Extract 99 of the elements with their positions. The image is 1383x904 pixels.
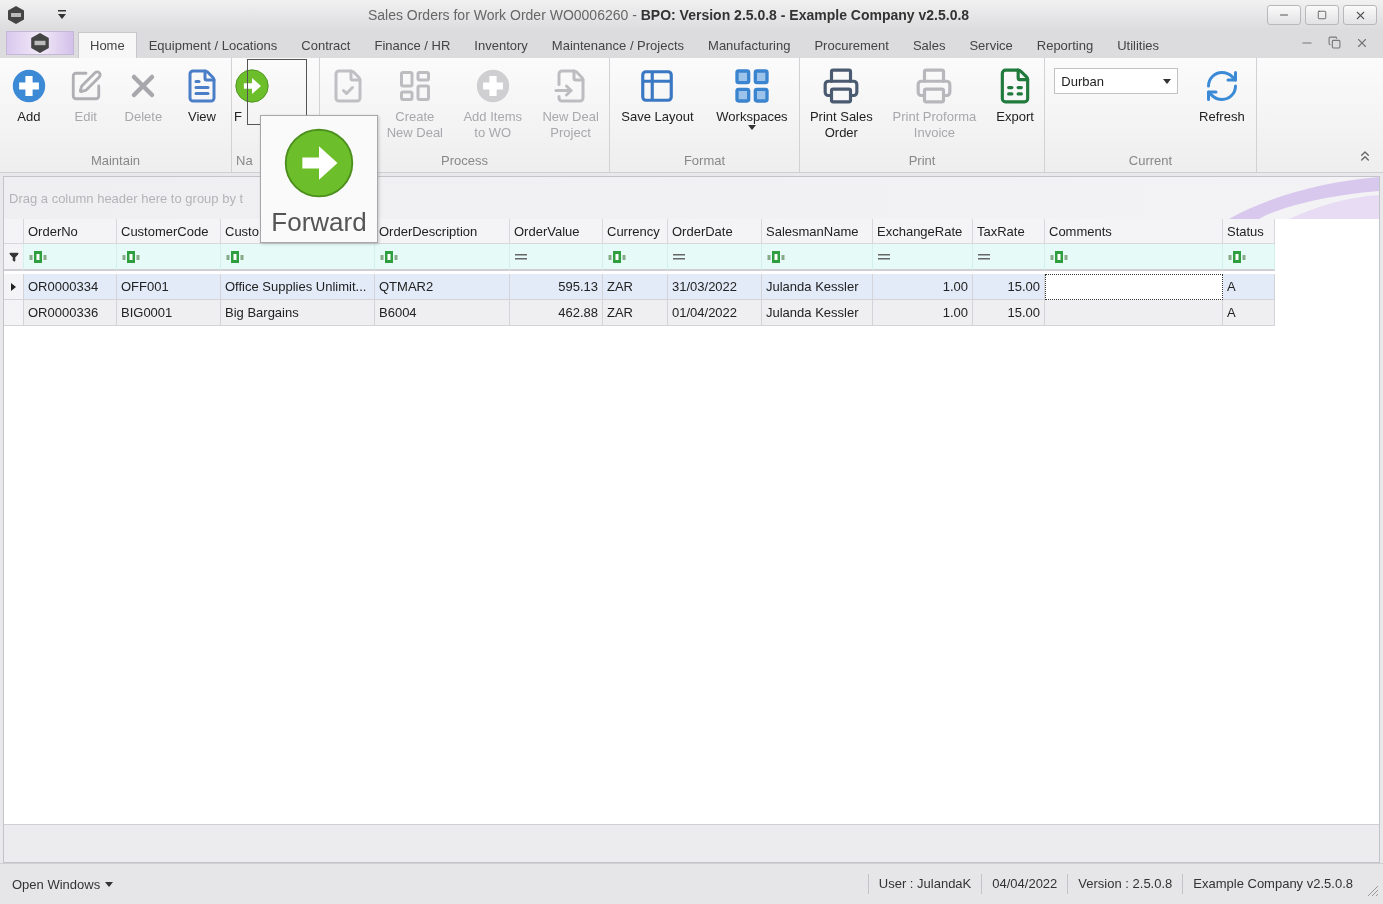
equals-filter-icon[interactable] <box>515 253 527 260</box>
ribbon-button[interactable]: Workspaces <box>714 60 790 133</box>
ribbon-button[interactable]: Print Sales Order <box>807 60 875 144</box>
ribbon-tab[interactable]: Equipment / Locations <box>136 32 290 58</box>
text-filter-icon[interactable] <box>1050 250 1068 263</box>
ribbon-tab[interactable]: Contract <box>289 32 363 58</box>
table-cell: QTMAR2 <box>375 274 510 300</box>
arrow-right-icon <box>234 68 270 104</box>
ribbon-tab[interactable]: Reporting <box>1024 32 1106 58</box>
group-label: Print <box>907 152 937 170</box>
maximize-button[interactable] <box>1305 5 1339 25</box>
filter-icon <box>8 251 19 262</box>
table-cell: 1.00 <box>873 300 973 326</box>
group-label: Process <box>440 152 489 170</box>
equals-filter-icon[interactable] <box>673 253 685 260</box>
row-indicator[interactable] <box>4 274 24 300</box>
table-cell: ZAR <box>603 274 668 300</box>
group-panel-hint: Drag a column header here to group by t <box>9 190 244 206</box>
status-item: 04/04/2022 <box>981 874 1068 894</box>
ribbon-button[interactable]: View <box>182 60 223 128</box>
plus-circle-icon <box>10 68 47 104</box>
equals-filter-icon[interactable] <box>978 253 990 260</box>
column-header[interactable]: OrderValue <box>510 219 603 244</box>
column-header[interactable]: TaxRate <box>973 219 1045 244</box>
table-cell: B6004 <box>375 300 510 326</box>
ribbon-tab[interactable]: Procurement <box>802 32 901 58</box>
restore-icon[interactable] <box>1328 36 1341 49</box>
status-item: Version : 2.5.0.8 <box>1067 874 1183 894</box>
table-cell: OFF001 <box>117 274 221 300</box>
table-cell: 462.88 <box>510 300 603 326</box>
ribbon-tab[interactable]: Home <box>78 32 137 58</box>
ribbon-tab[interactable]: Manufacturing <box>696 32 803 58</box>
table-cell: 1.00 <box>873 274 973 300</box>
app-menu-button[interactable] <box>6 31 74 55</box>
printer-icon <box>915 67 954 105</box>
window-title: Sales Orders for Work Order WO0006260 - BPO: Version 2.5.0.8 - Example Company v2.5.0.8 <box>366 7 971 23</box>
ribbon-tab[interactable]: Inventory <box>462 32 540 58</box>
table-cell: 15.00 <box>973 274 1045 300</box>
table-cell: 15.00 <box>973 300 1045 326</box>
table-cell: A <box>1223 274 1275 300</box>
ribbon-button[interactable]: Save Layout <box>619 60 696 128</box>
table-cell: 01/04/2022 <box>668 300 762 326</box>
text-filter-icon[interactable] <box>380 250 398 263</box>
ribbon-tab[interactable]: Finance / HR <box>362 32 463 58</box>
close-button[interactable] <box>1343 5 1377 25</box>
ribbon-tab[interactable]: Service <box>957 32 1025 58</box>
printer-icon <box>822 67 861 105</box>
column-header[interactable]: OrderDescription <box>375 219 510 244</box>
table-cell: 31/03/2022 <box>668 274 762 300</box>
ribbon-tab[interactable]: Sales <box>900 32 958 58</box>
app-logo-icon <box>6 5 26 25</box>
status-item: User : JulandaK <box>867 874 982 894</box>
ribbon-button[interactable]: Export <box>994 60 1037 128</box>
table-cell: Julanda Kessler <box>762 300 873 326</box>
plus-circle-icon <box>474 68 511 104</box>
minimize-button[interactable] <box>1267 5 1301 25</box>
table-cell: OR0000334 <box>24 274 117 300</box>
status-item: Example Company v2.5.0.8 <box>1182 874 1363 894</box>
resize-grip-icon[interactable] <box>1365 883 1379 897</box>
column-header[interactable]: OrderDate <box>668 219 762 244</box>
column-header[interactable]: SalesmanName <box>762 219 873 244</box>
ribbon-tab[interactable]: Utilities <box>1105 32 1172 58</box>
group-label: Current <box>1127 152 1174 170</box>
column-header[interactable]: CustomerCode <box>117 219 221 244</box>
ribbon-button[interactable]: Refresh <box>1197 60 1247 128</box>
group-label: Na <box>235 152 254 170</box>
close-icon[interactable] <box>1355 36 1369 50</box>
text-filter-icon[interactable] <box>1228 250 1246 263</box>
column-header[interactable]: Status <box>1223 219 1275 244</box>
column-header[interactable]: Comments <box>1045 219 1223 244</box>
table-cell: ZAR <box>603 300 668 326</box>
column-header[interactable]: Currency <box>603 219 668 244</box>
app-logo-icon <box>29 32 51 54</box>
ribbon-button[interactable]: Add <box>8 60 49 128</box>
location-dropdown[interactable]: Durban <box>1054 68 1179 94</box>
text-filter-icon[interactable] <box>122 250 140 263</box>
table-cell: 595.13 <box>510 274 603 300</box>
current-row-icon <box>11 282 16 291</box>
column-header[interactable]: OrderNo <box>24 219 117 244</box>
text-filter-icon[interactable] <box>767 250 785 263</box>
maximize-icon <box>1317 10 1327 20</box>
text-filter-icon[interactable] <box>608 250 626 263</box>
table-cell: Big Bargains <box>221 300 375 326</box>
comments-field[interactable] <box>1045 274 1223 300</box>
tooltip-text: Forward <box>271 207 367 238</box>
table-cell: Julanda Kessler <box>762 274 873 300</box>
arrow-right-icon <box>282 126 356 200</box>
table-cell: A <box>1223 300 1275 326</box>
text-filter-icon[interactable] <box>29 250 47 263</box>
column-header[interactable]: ExchangeRate <box>873 219 973 244</box>
open-windows-menu[interactable]: Open Windows <box>6 875 120 893</box>
group-label: Maintain <box>89 152 142 170</box>
table-cell: OR0000336 <box>24 300 117 326</box>
equals-filter-icon[interactable] <box>878 253 890 260</box>
table-cell: BIG0001 <box>117 300 221 326</box>
table-cell: Office Supplies Unlimit... <box>221 274 375 300</box>
text-filter-icon[interactable] <box>226 250 244 263</box>
group-label: Format <box>682 152 727 170</box>
ribbon-tab[interactable]: Maintenance / Projects <box>539 32 697 58</box>
